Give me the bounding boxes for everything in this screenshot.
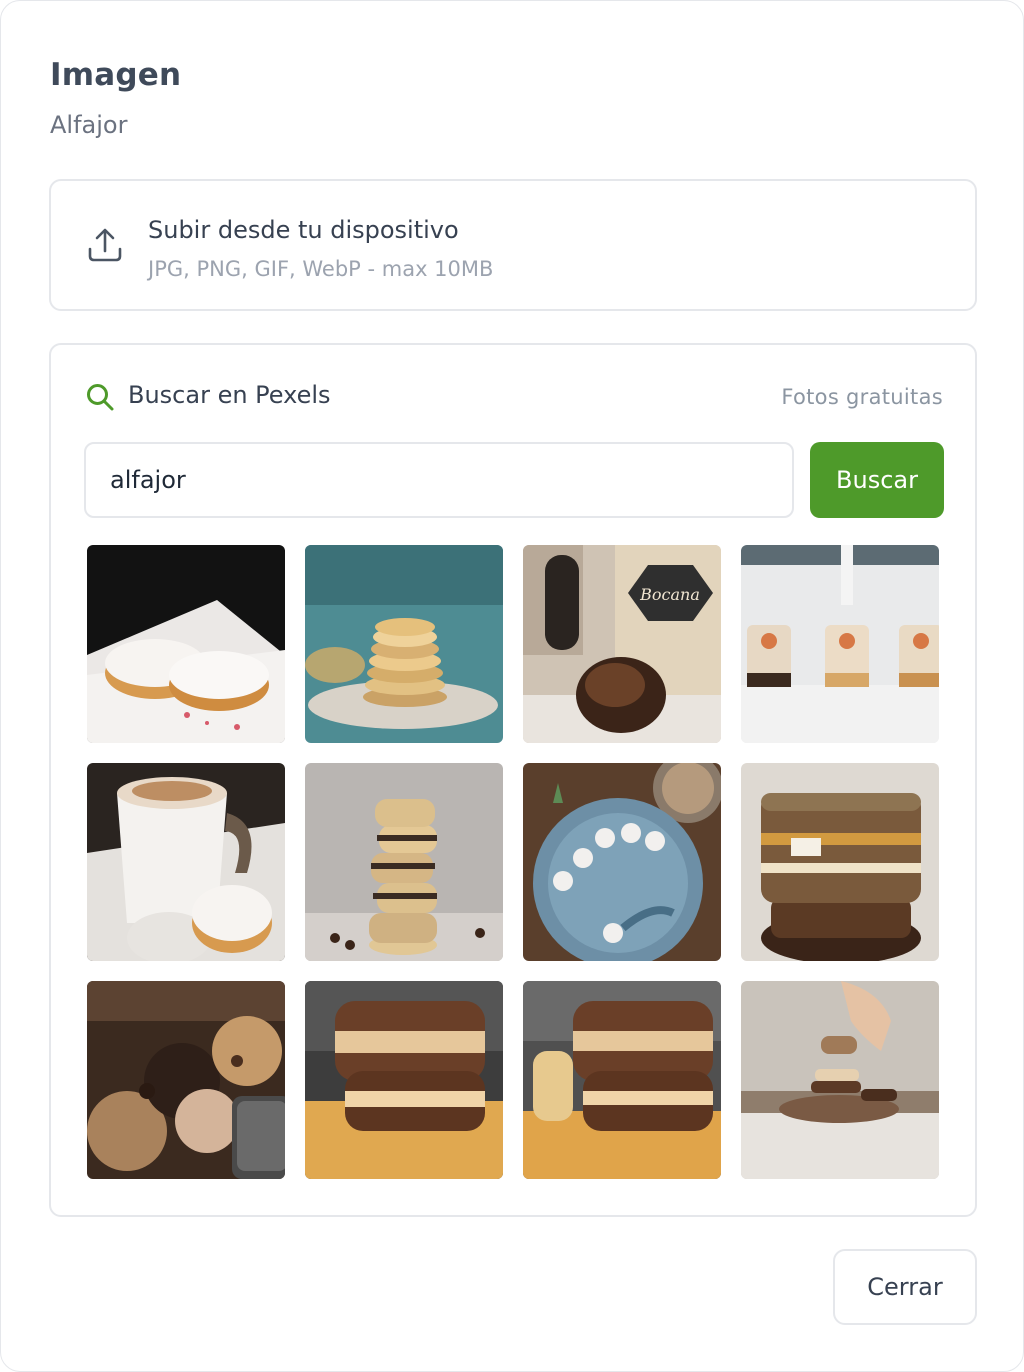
photo-result-6[interactable] — [305, 763, 503, 961]
upload-hint: JPG, PNG, GIF, WebP - max 10MB — [148, 257, 494, 281]
close-button[interactable]: Cerrar — [833, 1249, 977, 1325]
pexels-search-panel: Buscar en Pexels Fotos gratuitas Buscar — [49, 343, 977, 1217]
photo-result-12[interactable] — [741, 981, 939, 1179]
photo-result-8[interactable] — [741, 763, 939, 961]
photo-results-grid: Bocana — [87, 545, 941, 1179]
photo-result-2[interactable] — [305, 545, 503, 743]
photo-result-11[interactable] — [523, 981, 721, 1179]
search-icon — [87, 384, 114, 411]
photo-result-10[interactable] — [305, 981, 503, 1179]
photo-result-7[interactable] — [523, 763, 721, 961]
photo-result-4[interactable] — [741, 545, 939, 743]
upload-title: Subir desde tu dispositivo — [148, 216, 459, 244]
free-photos-label: Fotos gratuitas — [781, 385, 943, 409]
photo-result-3[interactable]: Bocana — [523, 545, 721, 743]
photo-result-9[interactable] — [87, 981, 285, 1179]
upload-icon — [88, 228, 122, 262]
dialog-subtitle: Alfajor — [50, 111, 128, 139]
pexels-title: Buscar en Pexels — [128, 381, 331, 409]
upload-from-device-button[interactable]: Subir desde tu dispositivo JPG, PNG, GIF… — [49, 179, 977, 311]
photo-result-5[interactable] — [87, 763, 285, 961]
dialog-title: Imagen — [50, 57, 182, 93]
photo-result-1[interactable] — [87, 545, 285, 743]
search-button[interactable]: Buscar — [810, 442, 944, 518]
search-input[interactable] — [84, 442, 794, 518]
image-dialog: Imagen Alfajor Subir desde tu dispositiv… — [0, 0, 1024, 1372]
svg-text:Bocana: Bocana — [639, 585, 700, 604]
